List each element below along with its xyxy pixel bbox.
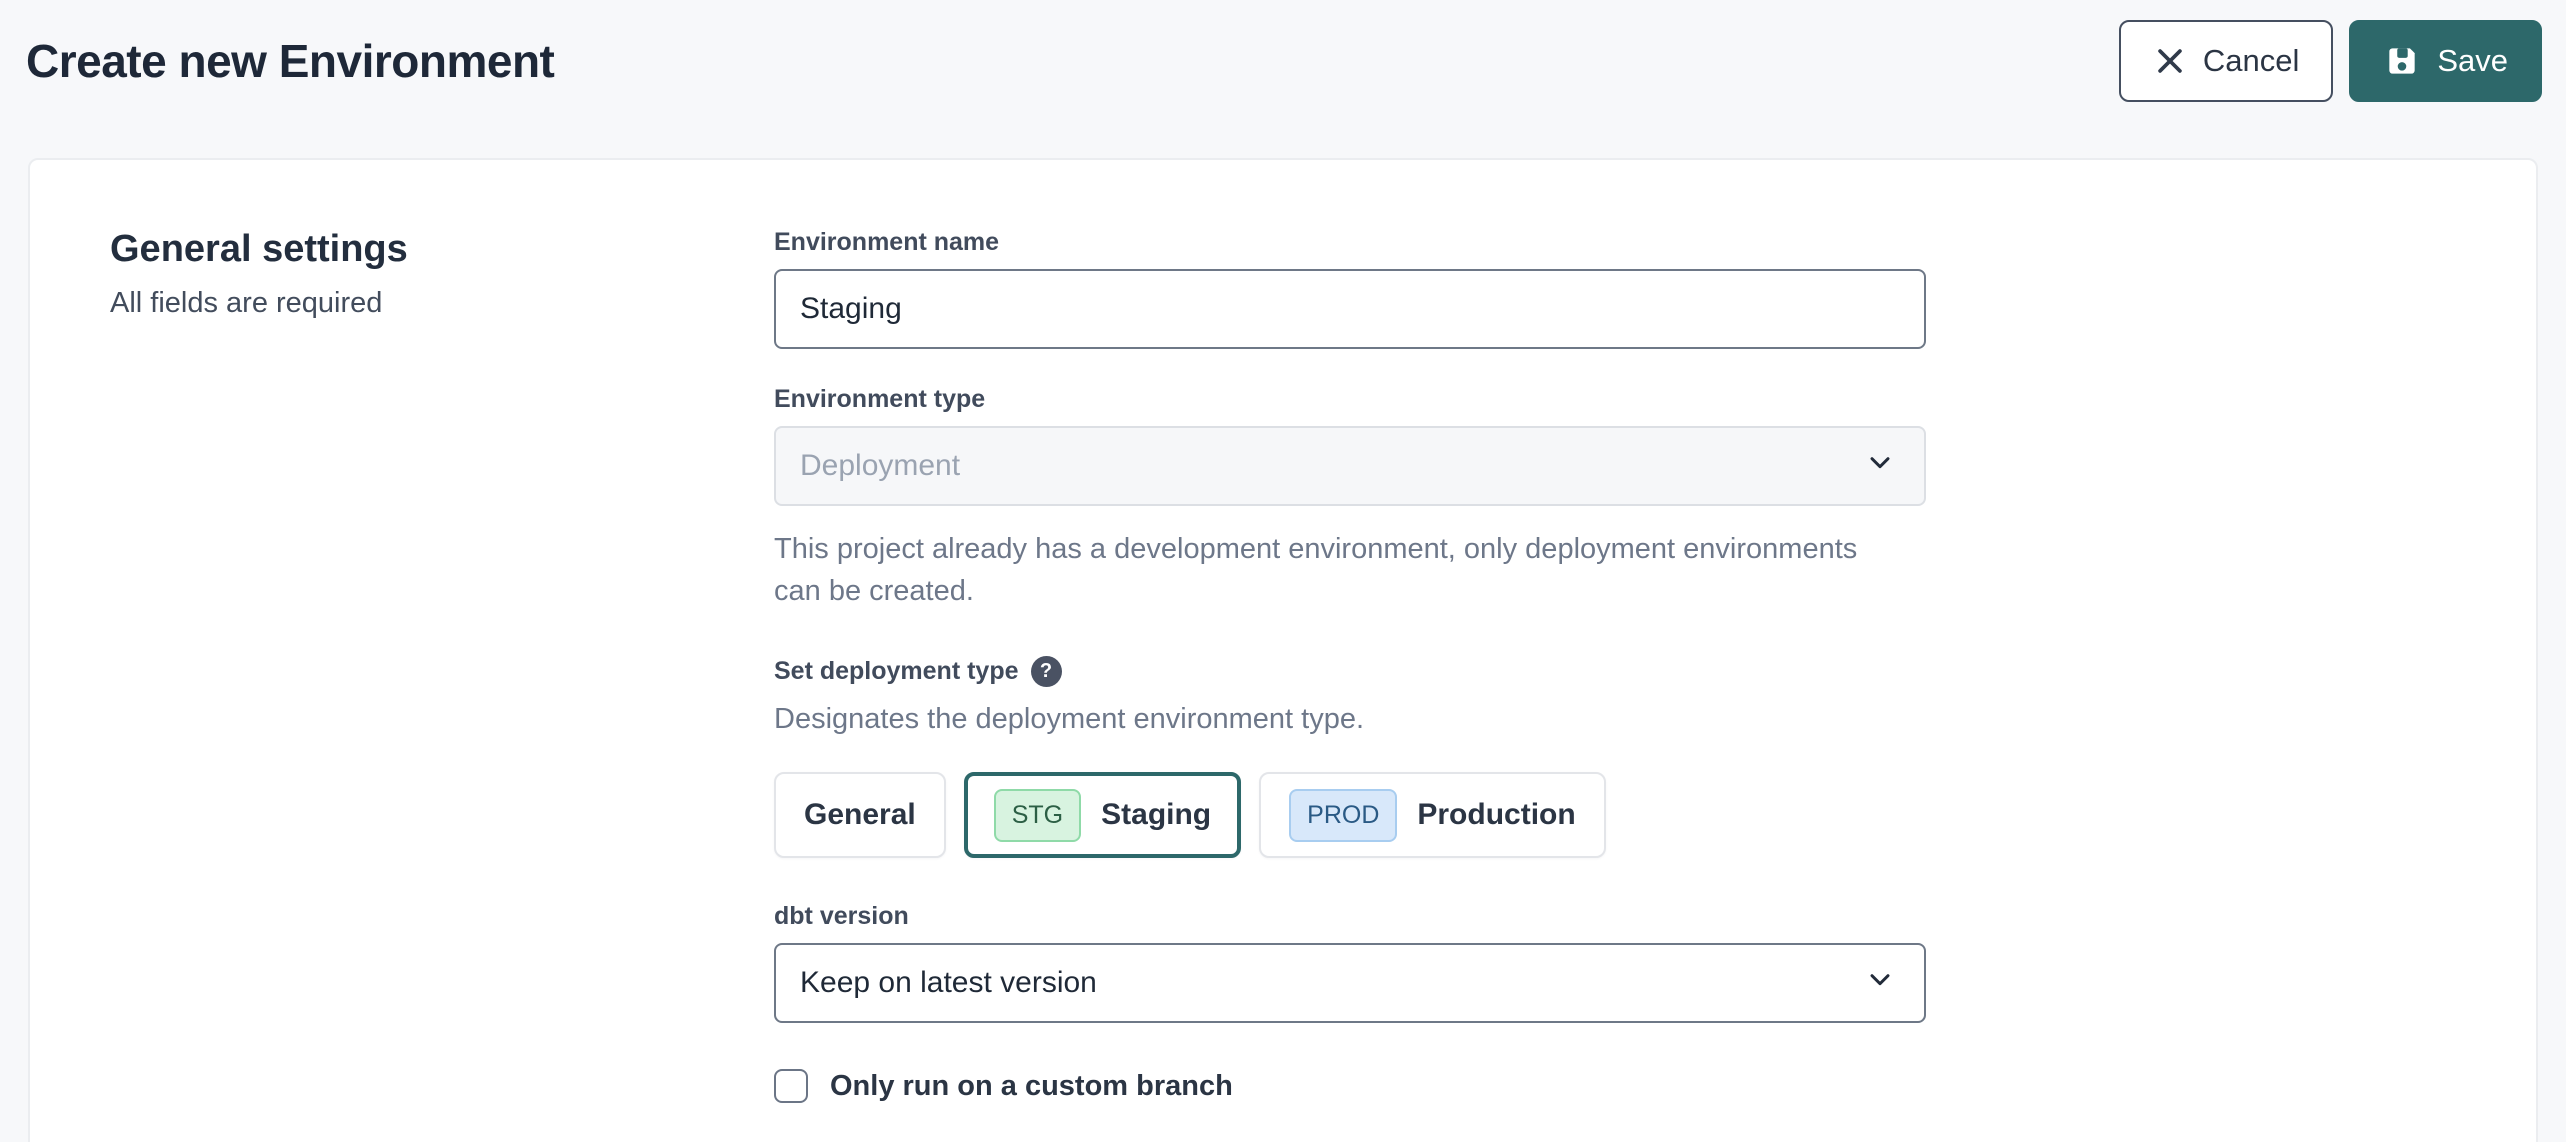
environment-name-label: Environment name [774,228,1926,257]
environment-type-helper: This project already has a development e… [774,528,1894,612]
environment-type-value: Deployment [800,449,1864,483]
save-icon [2383,42,2421,80]
deployment-type-description: Designates the deployment environment ty… [774,703,1926,736]
deployment-type-label: Set deployment type [774,657,1019,686]
environment-type-label: Environment type [774,385,1926,414]
section-intro: General settings All fields are required [110,228,774,1142]
deployment-type-options: General STG Staging PROD Production [774,772,1926,858]
staging-badge: STG [994,789,1081,842]
custom-branch-checkbox[interactable] [774,1069,808,1103]
save-button-label: Save [2437,43,2508,79]
section-heading: General settings [110,228,774,271]
help-icon[interactable]: ? [1031,656,1062,687]
settings-card: General settings All fields are required… [28,158,2538,1142]
custom-branch-label[interactable]: Only run on a custom branch [830,1070,1233,1103]
deployment-type-option-production[interactable]: PROD Production [1259,772,1606,858]
deployment-type-option-label: Production [1417,798,1575,832]
production-badge: PROD [1289,789,1397,842]
cancel-button-label: Cancel [2203,43,2300,79]
environment-form: Environment name Environment type Deploy… [774,228,1926,1142]
custom-branch-row: Only run on a custom branch [774,1069,1926,1103]
close-icon [2153,44,2187,78]
deployment-type-option-staging[interactable]: STG Staging [964,772,1241,858]
environment-name-input[interactable] [774,269,1926,349]
cancel-button[interactable]: Cancel [2119,20,2334,102]
section-subheading: All fields are required [110,287,774,320]
deployment-type-option-label: General [804,798,916,832]
header-actions: Cancel Save [2119,20,2542,102]
deployment-type-option-general[interactable]: General [774,772,946,858]
dbt-version-value: Keep on latest version [800,966,1864,1000]
chevron-down-icon [1864,446,1896,486]
page-title: Create new Environment [26,34,2119,88]
deployment-type-label-row: Set deployment type ? [774,656,1926,687]
page-header: Create new Environment Cancel Save [0,0,2566,110]
chevron-down-icon [1864,963,1896,1003]
save-button[interactable]: Save [2349,20,2542,102]
dbt-version-label: dbt version [774,902,1926,931]
deployment-type-option-label: Staging [1101,798,1211,832]
environment-type-select[interactable]: Deployment [774,426,1926,506]
dbt-version-select[interactable]: Keep on latest version [774,943,1926,1023]
